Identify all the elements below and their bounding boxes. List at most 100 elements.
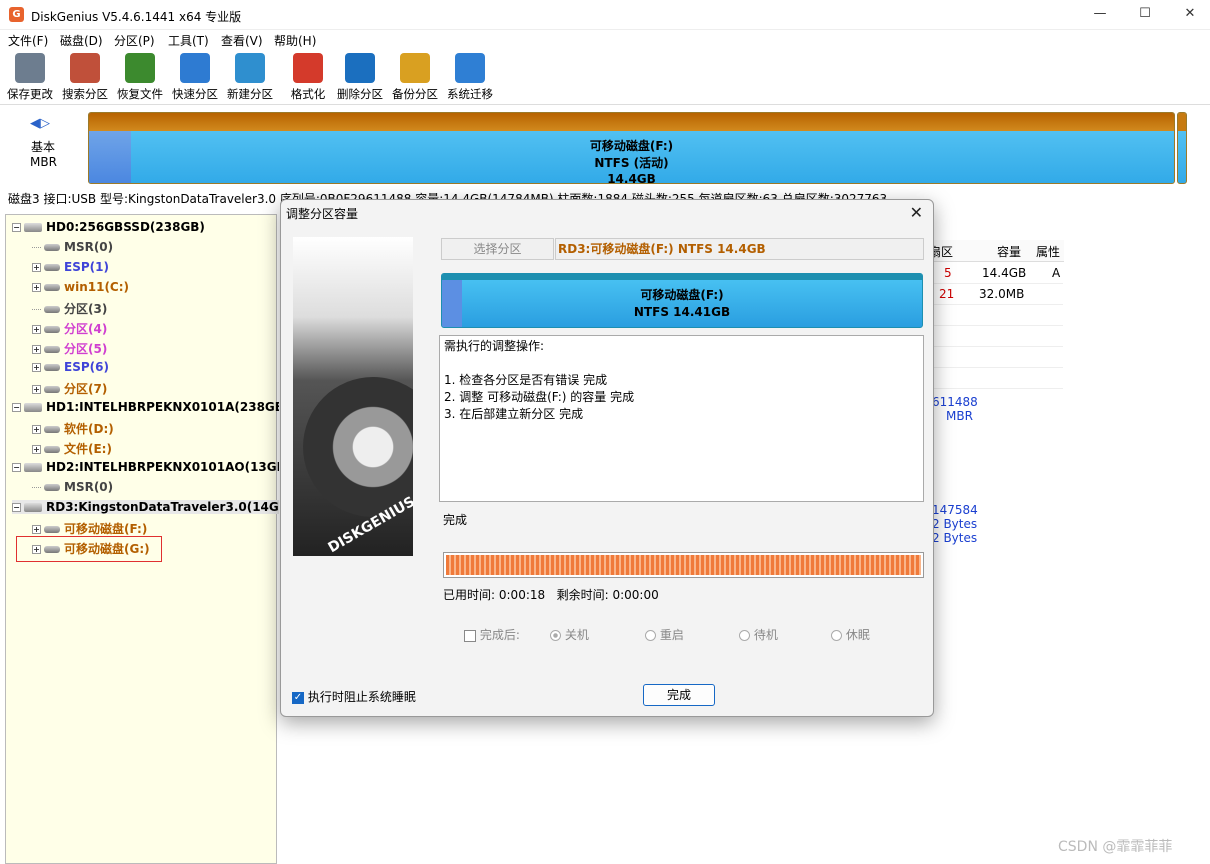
- save-icon: [15, 53, 45, 83]
- done-button[interactable]: 完成: [643, 684, 715, 706]
- remaining-label: 剩余时间:: [556, 588, 609, 602]
- expand-icon[interactable]: +: [32, 345, 41, 354]
- tree-label: 分区(4): [64, 322, 108, 336]
- tree-partition-node[interactable]: + win11(C:): [32, 280, 129, 294]
- tree-label: ESP(1): [64, 260, 109, 274]
- list-item: 1. 检查各分区是否有错误 完成: [444, 373, 608, 387]
- partition-icon: [44, 244, 60, 251]
- tree-line: [32, 487, 41, 488]
- table-row: [929, 305, 1063, 326]
- table-row: [929, 326, 1063, 347]
- col-size: 容量: [997, 245, 1022, 259]
- toolbar-button-0[interactable]: 保存更改: [3, 53, 57, 103]
- window-title: DiskGenius V5.4.6.1441 x64 专业版: [31, 10, 242, 24]
- menu-tools[interactable]: 工具(T): [168, 32, 209, 49]
- expand-icon[interactable]: +: [32, 525, 41, 534]
- menu-file[interactable]: 文件(F): [8, 32, 48, 49]
- toolbar-button-7[interactable]: 备份分区: [388, 53, 442, 103]
- table-row[interactable]: 21 32.0MB: [929, 284, 1063, 305]
- maximize-button[interactable]: ☐: [1122, 0, 1168, 30]
- tree-disk-node[interactable]: − HD0:256GBSSD(238GB): [12, 220, 205, 234]
- tree-label: 文件(E:): [64, 442, 112, 456]
- menu-help[interactable]: 帮助(H): [274, 32, 316, 49]
- expand-icon[interactable]: +: [32, 425, 41, 434]
- tree-partition-node[interactable]: + 可移动磁盘(F:): [32, 520, 147, 537]
- radio-restart[interactable]: 重启: [645, 626, 684, 643]
- tree-partition-node[interactable]: 分区(3): [32, 300, 107, 317]
- collapse-icon[interactable]: −: [12, 403, 21, 412]
- dialog-close-icon[interactable]: ✕: [910, 203, 923, 222]
- select-partition-button[interactable]: 选择分区: [441, 238, 554, 260]
- partition-icon: [44, 346, 60, 353]
- tree-partition-node[interactable]: + 分区(5): [32, 340, 107, 357]
- radio-hibernate[interactable]: 休眠: [831, 626, 870, 643]
- expand-icon[interactable]: +: [32, 363, 41, 372]
- partition-bar-size: 14.4GB: [607, 172, 656, 184]
- tree-disk-node[interactable]: − HD2:INTELHBRPEKNX0101AO(13GB): [12, 460, 291, 474]
- toolbar-label: 备份分区: [392, 87, 438, 101]
- expand-icon[interactable]: +: [32, 445, 41, 454]
- toolbar-button-6[interactable]: 删除分区: [333, 53, 387, 103]
- tree-label: ESP(6): [64, 360, 109, 374]
- tree-partition-node[interactable]: + ESP(6): [32, 360, 109, 374]
- menu-disk[interactable]: 磁盘(D): [60, 32, 103, 49]
- radio-label: 关机: [564, 628, 589, 642]
- disk-map: ◀▷ 基本 MBR 可移动磁盘(F:) NTFS (活动) 14.4GB: [0, 106, 1210, 190]
- highlight-box: [16, 536, 162, 562]
- backup-icon: [400, 53, 430, 83]
- expand-icon[interactable]: +: [32, 263, 41, 272]
- after-checkbox[interactable]: 完成后:: [464, 626, 520, 643]
- menu-view[interactable]: 查看(V): [221, 32, 263, 49]
- prevent-sleep-checkbox[interactable]: ✓ 执行时阻止系统睡眠: [292, 688, 416, 705]
- expand-icon[interactable]: +: [32, 325, 41, 334]
- tree-label: win11(C:): [64, 280, 130, 294]
- collapse-icon[interactable]: −: [12, 503, 21, 512]
- toolbar-label: 系统迁移: [447, 87, 493, 101]
- radio-standby[interactable]: 待机: [739, 626, 778, 643]
- table-row[interactable]: 5 14.4GB A: [929, 263, 1063, 284]
- partition-icon: [44, 386, 60, 393]
- disk-nav-arrows[interactable]: ◀▷: [30, 116, 60, 131]
- expand-icon[interactable]: +: [32, 283, 41, 292]
- partition-icon: [44, 484, 60, 491]
- menu-partition[interactable]: 分区(P): [114, 32, 155, 49]
- radio-shutdown[interactable]: 关机: [550, 626, 589, 643]
- tree-partition-node[interactable]: + 文件(E:): [32, 440, 112, 457]
- collapse-icon[interactable]: −: [12, 223, 21, 232]
- partition-grid-header: 扇区 容量 属性: [929, 240, 1064, 262]
- toolbar-label: 新建分区: [227, 87, 273, 101]
- table-row: [929, 368, 1063, 389]
- tree-disk-node[interactable]: − RD3:KingstonDataTraveler3.0(14GB): [12, 500, 294, 514]
- search-icon: [70, 53, 100, 83]
- tree-partition-node[interactable]: + ESP(1): [32, 260, 109, 274]
- toolbar-button-8[interactable]: 系统迁移: [443, 53, 497, 103]
- tree-disk-node[interactable]: − HD1:INTELHBRPEKNX0101A(238GB): [12, 400, 289, 414]
- partition-icon: [44, 446, 60, 453]
- tree-partition-node[interactable]: MSR(0): [32, 480, 113, 494]
- prevent-sleep-label: 执行时阻止系统睡眠: [307, 690, 416, 704]
- close-button[interactable]: ✕: [1167, 0, 1210, 30]
- status-text: 完成: [443, 513, 468, 527]
- watermark: CSDN @霏霏菲菲: [1058, 839, 1173, 855]
- tree-partition-node[interactable]: + 软件(D:): [32, 420, 114, 437]
- tree-partition-node[interactable]: MSR(0): [32, 240, 113, 254]
- partition-bar-g[interactable]: [1177, 112, 1187, 184]
- minimize-button[interactable]: —: [1077, 0, 1123, 30]
- disk-icon: [24, 463, 42, 472]
- list-item: 3. 在后部建立新分区 完成: [444, 407, 584, 421]
- toolbar-button-3[interactable]: 快速分区: [168, 53, 222, 103]
- toolbar-button-4[interactable]: 新建分区: [223, 53, 277, 103]
- expand-icon[interactable]: +: [32, 385, 41, 394]
- toolbar-button-2[interactable]: 恢复文件: [113, 53, 167, 103]
- toolbar-label: 格式化: [290, 87, 326, 101]
- col-attr: 属性: [1036, 245, 1061, 259]
- hdd-illustration: DISKGENIUS: [293, 237, 413, 556]
- tree-partition-node[interactable]: + 分区(4): [32, 320, 107, 337]
- partition-bar-f[interactable]: 可移动磁盘(F:) NTFS (活动) 14.4GB: [88, 112, 1175, 184]
- new-partition-icon: [235, 53, 265, 83]
- collapse-icon[interactable]: −: [12, 463, 21, 472]
- toolbar-button-1[interactable]: 搜索分区: [58, 53, 112, 103]
- tree-partition-node[interactable]: + 分区(7): [32, 380, 107, 397]
- info-sector-size: 2 Bytes: [932, 517, 978, 531]
- toolbar-button-5[interactable]: 格式化: [281, 53, 335, 103]
